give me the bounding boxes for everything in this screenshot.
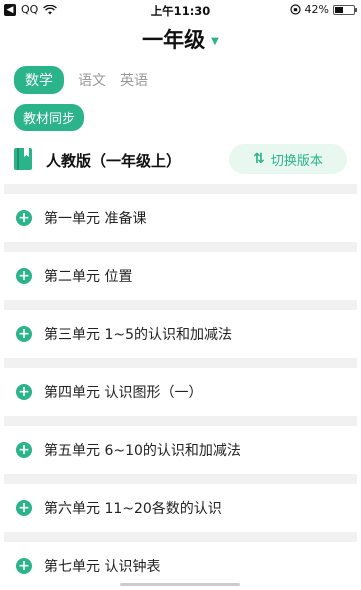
- unit-label: 第七单元 认识钟表: [44, 559, 161, 575]
- divider: [4, 416, 357, 426]
- divider: [4, 242, 357, 252]
- divider: [4, 358, 357, 368]
- list-item[interactable]: + 第六单元 11~20各数的认识: [0, 484, 361, 532]
- divider: [4, 184, 357, 194]
- expand-plus-icon[interactable]: +: [16, 326, 32, 342]
- edition-row: 人教版（一年级上） ⇅ 切换版本: [14, 142, 347, 178]
- unit-label: 第四单元 认识图形（一）: [44, 385, 203, 401]
- edition-label: 人教版（一年级上）: [46, 152, 182, 170]
- battery-icon: [333, 4, 357, 15]
- switch-icon: ⇅: [253, 151, 265, 167]
- status-bar: ◀ QQ 上午11:30 42%: [0, 0, 361, 20]
- list-item[interactable]: + 第五单元 6~10的认识和加减法: [0, 426, 361, 474]
- unit-label: 第六单元 11~20各数的认识: [44, 501, 222, 517]
- list-item[interactable]: + 第二单元 位置: [0, 252, 361, 300]
- divider: [4, 532, 357, 542]
- divider: [4, 474, 357, 484]
- tab-math[interactable]: 数学: [14, 66, 64, 94]
- expand-plus-icon[interactable]: +: [16, 210, 32, 226]
- expand-plus-icon[interactable]: +: [16, 442, 32, 458]
- home-indicator: [120, 583, 240, 586]
- expand-plus-icon[interactable]: +: [16, 500, 32, 516]
- switch-edition-button[interactable]: ⇅ 切换版本: [229, 144, 347, 174]
- list-item[interactable]: + 第一单元 准备课: [0, 194, 361, 242]
- expand-plus-icon[interactable]: +: [16, 268, 32, 284]
- status-right: 42%: [289, 3, 357, 16]
- list-item[interactable]: + 第三单元 1~5的认识和加减法: [0, 310, 361, 358]
- unit-label: 第五单元 6~10的认识和加减法: [44, 443, 241, 459]
- expand-plus-icon[interactable]: +: [16, 384, 32, 400]
- grade-selector[interactable]: 一年级 ▼: [0, 24, 361, 56]
- unit-label: 第二单元 位置: [44, 269, 133, 285]
- unit-label: 第一单元 准备课: [44, 211, 147, 227]
- switch-edition-label: 切换版本: [270, 153, 323, 169]
- rotation-lock-icon: [289, 4, 301, 15]
- battery-percent: 42%: [304, 3, 329, 16]
- list-item[interactable]: + 第四单元 认识图形（一）: [0, 368, 361, 416]
- dropdown-caret-icon[interactable]: ▼: [211, 36, 219, 47]
- tab-english[interactable]: 英语: [120, 67, 148, 93]
- subject-tabs: 数学 语文 英语: [14, 66, 148, 94]
- textbook-sync-tag[interactable]: 教材同步: [14, 104, 85, 131]
- unit-label: 第三单元 1~5的认识和加减法: [44, 327, 232, 343]
- tab-chinese[interactable]: 语文: [78, 67, 106, 93]
- book-icon: [14, 148, 32, 170]
- page-title[interactable]: 一年级: [142, 28, 205, 52]
- divider: [4, 300, 357, 310]
- expand-plus-icon[interactable]: +: [16, 558, 32, 574]
- unit-list: + 第一单元 准备课 + 第二单元 位置 + 第三单元 1~5的认识和加减法 +…: [0, 184, 361, 590]
